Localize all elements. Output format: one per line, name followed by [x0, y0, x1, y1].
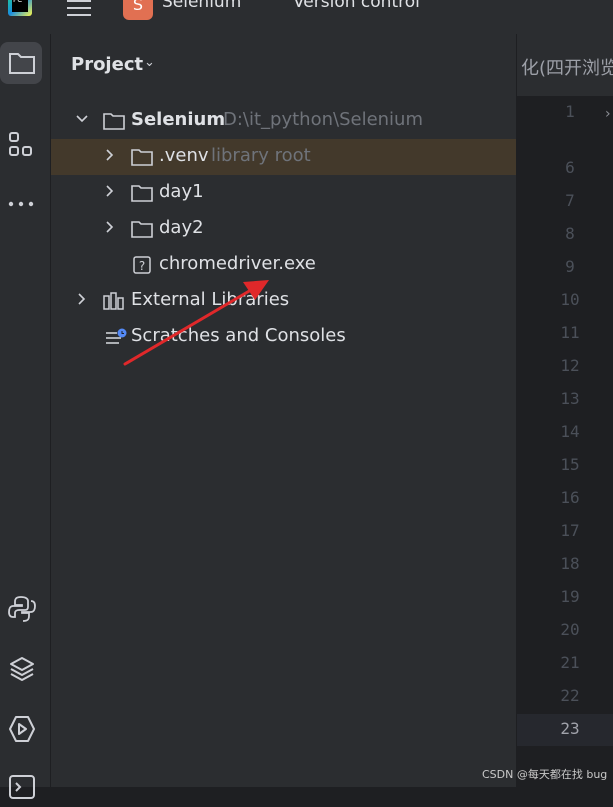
chevron-down-icon[interactable] — [75, 112, 89, 126]
structure-tool-button[interactable] — [0, 122, 42, 164]
tree-row-day2[interactable]: day2 — [51, 211, 516, 247]
main-menu-icon[interactable] — [67, 0, 93, 16]
tree-row-day1[interactable]: day1 — [51, 175, 516, 211]
line-number: 1 — [565, 102, 575, 121]
python-console-button[interactable] — [0, 587, 42, 629]
folder-icon — [131, 221, 153, 238]
tree-label-day1: day1 — [159, 181, 204, 202]
annotation-arrow-icon — [123, 280, 269, 366]
tool-window-strip — [0, 34, 51, 799]
line-number: 12 — [560, 356, 580, 375]
chevron-right-icon[interactable] — [103, 220, 117, 234]
terminal-icon — [9, 775, 35, 799]
python-packages-button[interactable] — [0, 647, 42, 689]
folder-icon — [131, 185, 153, 202]
line-number: 17 — [560, 521, 580, 540]
chevron-right-icon[interactable] — [103, 184, 117, 198]
line-number: 11 — [560, 323, 580, 342]
folder-icon — [9, 53, 35, 74]
line-number: 20 — [560, 620, 580, 639]
more-icon — [8, 201, 34, 207]
services-button[interactable] — [0, 707, 42, 749]
project-badge[interactable]: S — [123, 0, 153, 20]
project-tool-button[interactable] — [0, 42, 42, 84]
editor-tab[interactable]: 化(四开浏览 — [517, 34, 613, 96]
terminal-button[interactable] — [0, 765, 42, 807]
tree-row-venv[interactable]: .venv library root — [51, 139, 516, 175]
version-control-menu[interactable]: Version control — [293, 0, 420, 12]
run-services-icon — [9, 716, 35, 742]
line-number: 18 — [560, 554, 580, 573]
line-number: 6 — [565, 158, 575, 177]
editor-area[interactable]: 化(四开浏览 › 1 6 7 8 9 10 11 12 13 14 15 16 17 18 19 20 21 22… — [516, 34, 613, 787]
line-number: 15 — [560, 455, 580, 474]
pycharm-logo-icon[interactable]: PC — [8, 0, 32, 16]
project-switcher[interactable]: Selenium — [162, 0, 241, 12]
tree-label-root: Selenium — [131, 109, 226, 130]
line-number: 10 — [560, 290, 580, 309]
structure-icon — [9, 132, 32, 156]
editor-tab-title: 化(四开浏览 — [521, 58, 613, 79]
layers-icon — [10, 657, 34, 681]
python-icon — [8, 596, 36, 622]
line-number: 23 — [560, 719, 580, 738]
folder-icon — [131, 149, 153, 166]
chevron-down-icon[interactable]: ⌄ — [144, 55, 155, 70]
chevron-right-icon[interactable] — [103, 148, 117, 162]
chevron-right-icon[interactable] — [75, 292, 89, 306]
project-panel-title[interactable]: Project — [71, 54, 143, 75]
tree-venv-hint: library root — [211, 145, 311, 166]
line-number: 8 — [565, 224, 575, 243]
line-number: 22 — [560, 686, 580, 705]
tree-label-day2: day2 — [159, 217, 204, 238]
line-number: 14 — [560, 422, 580, 441]
project-panel: Project ⌄ Selenium D:\it_python\Selenium… — [51, 34, 516, 787]
line-number: 16 — [560, 488, 580, 507]
watermark: CSDN @每天都在找 bug — [482, 768, 608, 781]
tree-root-path: D:\it_python\Selenium — [223, 109, 424, 130]
chevron-down-icon[interactable]: ⌄ — [247, 0, 259, 4]
logo-text: PC — [12, 0, 28, 12]
chevron-down-icon[interactable]: ⌄ — [430, 0, 442, 4]
tree-row-root[interactable]: Selenium D:\it_python\Selenium — [51, 103, 516, 139]
line-number: 21 — [560, 653, 580, 672]
line-number: 7 — [565, 191, 575, 210]
line-number: 13 — [560, 389, 580, 408]
fold-arrow-icon[interactable]: › — [605, 106, 611, 122]
title-bar: PC S Selenium ⌄ Version control ⌄ — [0, 0, 613, 34]
line-number: 9 — [565, 257, 575, 276]
folder-icon — [103, 113, 125, 130]
more-tools-button[interactable] — [0, 182, 42, 224]
tree-label-venv: .venv — [159, 145, 209, 166]
line-number: 19 — [560, 587, 580, 606]
